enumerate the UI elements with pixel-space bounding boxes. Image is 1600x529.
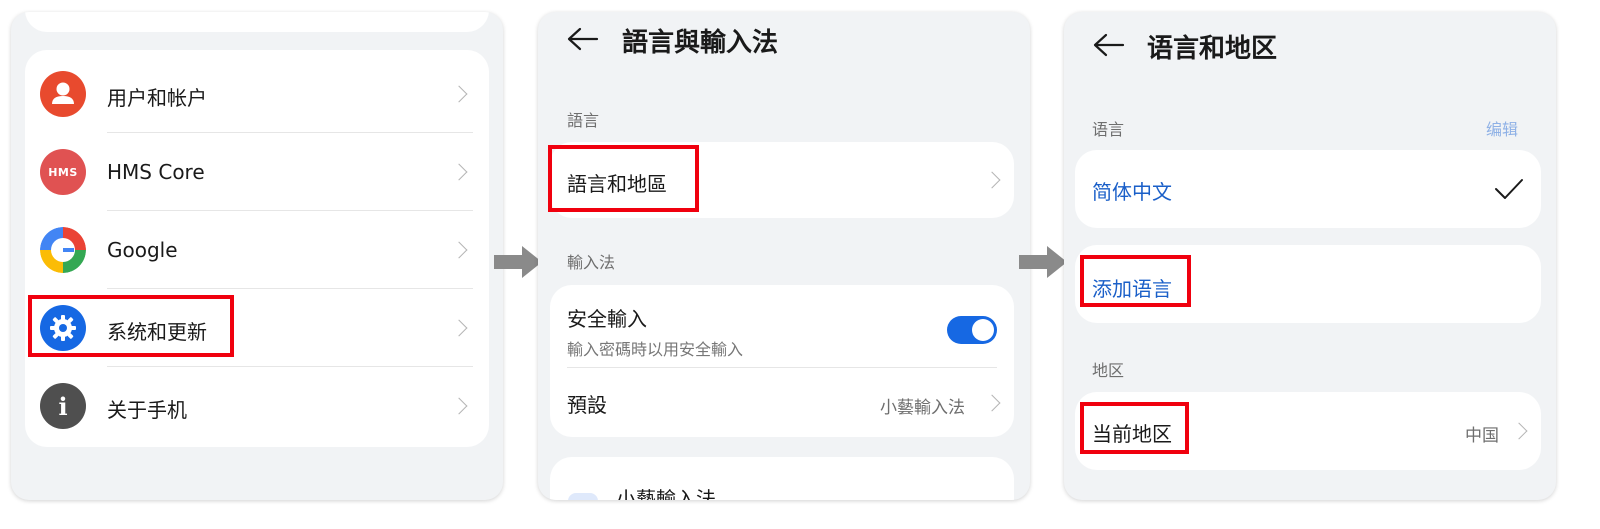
- settings-panel: 用户和帐户 HMS HMS Core Google 系统和更新 i 关于手机: [11, 12, 503, 500]
- google-icon: [40, 227, 86, 273]
- chevron-right-icon: [450, 397, 468, 415]
- toggle-knob: [972, 319, 994, 341]
- chevron-right-icon: [1510, 422, 1528, 440]
- top-card-partial: [25, 12, 489, 32]
- current-language-item[interactable]: 简体中文: [1075, 150, 1541, 228]
- info-icon: i: [40, 383, 86, 429]
- divider: [567, 367, 997, 368]
- default-label: 預設: [567, 393, 607, 417]
- default-value: 小藝輸入法: [880, 398, 965, 418]
- secure-input-label: 安全輸入: [567, 307, 647, 331]
- chevron-right-icon: [450, 319, 468, 337]
- settings-item-label: HMS Core: [107, 160, 205, 184]
- section-header-language: 語言: [567, 111, 600, 130]
- divider: [107, 288, 473, 289]
- back-arrow-icon[interactable]: [1092, 32, 1126, 58]
- chevron-right-icon: [983, 394, 1001, 412]
- section-header-input: 輸入法: [567, 253, 616, 272]
- region-value: 中国: [1465, 426, 1499, 446]
- settings-item-label: Google: [107, 238, 178, 262]
- secure-input-toggle[interactable]: [947, 316, 997, 344]
- settings-item-label: 用户和帐户: [107, 86, 207, 110]
- divider: [107, 132, 473, 133]
- back-arrow-icon[interactable]: [566, 26, 600, 52]
- edit-button[interactable]: 编辑: [1486, 116, 1518, 140]
- chevron-right-icon: [983, 171, 1001, 189]
- chevron-right-icon: [450, 163, 468, 181]
- settings-item-label: 关于手机: [107, 398, 187, 422]
- checkmark-icon: [1495, 179, 1523, 199]
- divider: [107, 210, 473, 211]
- settings-list: 用户和帐户 HMS HMS Core Google 系统和更新 i 关于手机: [25, 50, 489, 447]
- section-header-language: 语言: [1092, 120, 1125, 139]
- chevron-right-icon: [450, 85, 468, 103]
- arrow-right-icon: [494, 246, 542, 278]
- settings-item-google[interactable]: Google: [25, 212, 489, 288]
- default-input-item[interactable]: 預設 小藝輸入法: [550, 369, 1014, 435]
- secure-input-description: 輸入密碼時以用安全輸入: [567, 340, 744, 359]
- input-method-label: 小藝輸入法: [616, 487, 716, 500]
- page-title: 语言和地区: [1147, 34, 1278, 64]
- hms-icon: HMS: [40, 149, 86, 195]
- highlight-box: [1080, 255, 1191, 307]
- highlight-box: [548, 145, 699, 212]
- page-title: 語言與輸入法: [622, 28, 779, 58]
- secure-input-item[interactable]: 安全輸入 輸入密碼時以用安全輸入: [550, 285, 1014, 365]
- current-language-label: 简体中文: [1092, 180, 1172, 204]
- highlight-box: [28, 295, 234, 357]
- settings-item-about-phone[interactable]: i 关于手机: [25, 368, 489, 444]
- settings-item-users[interactable]: 用户和帐户: [25, 56, 489, 132]
- language-input-panel: 語言與輸入法 語言 語言和地區 輸入法 安全輸入 輸入密碼時以用安全輸入 預設 …: [538, 12, 1030, 500]
- input-settings-card: 安全輸入 輸入密碼時以用安全輸入 預設 小藝輸入法: [550, 285, 1014, 437]
- hms-icon-text: HMS: [48, 165, 78, 179]
- language-region-panel: 语言和地区 语言 编辑 简体中文 添加语言 地区 当前地区 中国: [1064, 12, 1556, 500]
- highlight-box: [1080, 402, 1189, 454]
- arrow-right-icon: [1019, 246, 1067, 278]
- divider: [107, 366, 473, 367]
- info-icon-text: i: [58, 391, 68, 421]
- user-icon: [40, 71, 86, 117]
- section-header-region: 地区: [1092, 361, 1125, 380]
- settings-item-hms-core[interactable]: HMS HMS Core: [25, 134, 489, 210]
- chevron-right-icon: [450, 241, 468, 259]
- input-method-icon: [568, 493, 598, 500]
- input-method-card[interactable]: 小藝輸入法: [550, 457, 1014, 500]
